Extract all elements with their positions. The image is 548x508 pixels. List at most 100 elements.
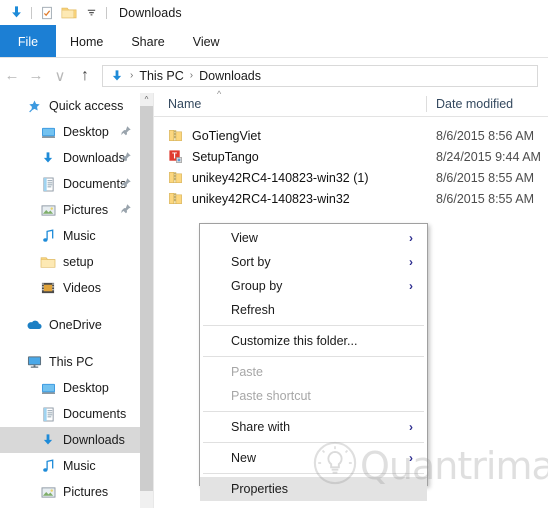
- file-name-cell[interactable]: unikey42RC4-140823-win32 (1): [168, 169, 369, 186]
- this-pc-monitor-icon: [24, 353, 44, 371]
- menu-item-label: Properties: [231, 482, 288, 496]
- sidebar-item-music-qa[interactable]: Music: [0, 223, 140, 249]
- list-top-gap: [154, 117, 548, 125]
- scroll-up-chevron-icon[interactable]: ^: [140, 93, 153, 106]
- menu-separator: [203, 356, 424, 357]
- breadcrumb-separator-1: ›: [189, 70, 194, 81]
- table-row[interactable]: T SetupTango 8/24/2015 9:44 AM: [154, 146, 548, 167]
- menu-item-sort-by[interactable]: Sort by ›: [200, 250, 427, 274]
- sidebar-group-this-pc[interactable]: This PC: [0, 349, 140, 375]
- column-header-date-modified[interactable]: Date modified: [436, 97, 513, 111]
- sort-ascending-icon: ^: [217, 89, 222, 99]
- sidebar-label: Pictures: [63, 485, 109, 499]
- file-name-cell[interactable]: GoTiengViet: [168, 127, 261, 144]
- menu-separator: [203, 442, 424, 443]
- breadcrumb-item-downloads[interactable]: Downloads: [195, 69, 265, 83]
- pin-icon[interactable]: [120, 125, 132, 138]
- documents-icon: [38, 405, 58, 423]
- window-title: Downloads: [119, 5, 182, 20]
- file-date-cell: 8/24/2015 9:44 AM: [436, 149, 541, 164]
- column-divider[interactable]: [426, 96, 427, 112]
- menu-item-share-with[interactable]: Share with ›: [200, 415, 427, 439]
- breadcrumb[interactable]: › This PC › Downloads: [102, 64, 538, 87]
- menu-item-label: View: [231, 231, 258, 245]
- menu-item-new[interactable]: New ›: [200, 446, 427, 470]
- sidebar-item-downloads-pc[interactable]: Downloads: [0, 427, 140, 453]
- menu-item-paste: Paste: [200, 360, 427, 384]
- tango-setup-icon: T: [168, 148, 186, 165]
- tab-share[interactable]: Share: [117, 25, 178, 58]
- column-header-row: ^ Name Date modified: [154, 89, 548, 117]
- tab-file[interactable]: File: [0, 25, 56, 58]
- sidebar-label-onedrive: OneDrive: [49, 318, 102, 332]
- file-name-text: SetupTango: [192, 149, 259, 164]
- sidebar-item-videos-qa[interactable]: Videos: [0, 275, 140, 301]
- zip-archive-icon: [168, 127, 186, 144]
- forward-button[interactable]: →: [24, 63, 48, 89]
- sidebar-label-this-pc: This PC: [49, 355, 94, 369]
- sidebar-item-documents-qa[interactable]: Documents: [0, 171, 140, 197]
- sidebar-item-pictures-qa[interactable]: Pictures: [0, 197, 140, 223]
- breadcrumb-item-this-pc[interactable]: This PC: [135, 69, 187, 83]
- sidebar-scrollbar-thumb[interactable]: [140, 106, 153, 491]
- onedrive-cloud-icon: [24, 316, 44, 334]
- address-bar: ← → ∨ ↑ › This PC › Downloads: [0, 58, 548, 93]
- downloads-arrow-icon[interactable]: [5, 3, 27, 23]
- sidebar-group-onedrive[interactable]: OneDrive: [0, 312, 140, 338]
- sidebar-item-music-pc[interactable]: Music: [0, 453, 140, 479]
- menu-item-customize-this-folder[interactable]: Customize this folder...: [200, 329, 427, 353]
- menu-item-group-by[interactable]: Group by ›: [200, 274, 427, 298]
- properties-icon[interactable]: [36, 3, 58, 23]
- breadcrumb-separator-0: ›: [130, 70, 134, 81]
- sidebar-item-pictures-pc[interactable]: Pictures: [0, 479, 140, 505]
- file-date-cell: 8/6/2015 8:55 AM: [436, 170, 534, 185]
- documents-icon: [38, 175, 58, 193]
- back-button[interactable]: ←: [0, 63, 24, 89]
- tab-home[interactable]: Home: [56, 25, 117, 58]
- menu-item-label: Sort by: [231, 255, 271, 269]
- menu-item-label: Customize this folder...: [231, 334, 358, 348]
- sidebar-label: Downloads: [63, 151, 125, 165]
- sidebar-item-setup-qa[interactable]: setup: [0, 249, 140, 275]
- file-name-cell[interactable]: T SetupTango: [168, 148, 259, 165]
- table-row[interactable]: unikey42RC4-140823-win32 8/6/2015 8:55 A…: [154, 188, 548, 209]
- menu-item-properties[interactable]: Properties: [200, 477, 427, 501]
- sidebar-item-desktop-qa[interactable]: Desktop: [0, 119, 140, 145]
- pin-icon[interactable]: [120, 177, 132, 190]
- menu-item-refresh[interactable]: Refresh: [200, 298, 427, 322]
- sidebar-label: Pictures: [63, 203, 109, 217]
- recent-locations-button[interactable]: ∨: [48, 63, 72, 89]
- star-pin-icon: [24, 97, 44, 115]
- menu-item-paste-shortcut: Paste shortcut: [200, 384, 427, 408]
- title-bar: Downloads: [0, 0, 548, 25]
- menu-item-view[interactable]: View ›: [200, 226, 427, 250]
- table-row[interactable]: unikey42RC4-140823-win32 (1) 8/6/2015 8:…: [154, 167, 548, 188]
- customize-qat-chevron-icon[interactable]: [80, 3, 102, 23]
- sidebar-label: Documents: [63, 407, 127, 421]
- pictures-icon: [38, 201, 58, 219]
- sidebar-label: Music: [63, 459, 96, 473]
- table-row[interactable]: GoTiengViet 8/6/2015 8:56 AM: [154, 125, 548, 146]
- sidebar-item-documents-pc[interactable]: Documents: [0, 401, 140, 427]
- menu-separator: [203, 411, 424, 412]
- pin-icon[interactable]: [120, 203, 132, 216]
- sidebar-group-quick-access[interactable]: Quick access: [0, 93, 140, 119]
- sidebar-label: Videos: [63, 281, 101, 295]
- sidebar-item-desktop-pc[interactable]: Desktop: [0, 375, 140, 401]
- file-name-text: GoTiengViet: [192, 128, 261, 143]
- submenu-arrow-icon: ›: [409, 420, 413, 434]
- up-button[interactable]: ↑: [72, 63, 98, 89]
- new-folder-icon[interactable]: [58, 3, 80, 23]
- file-name-cell[interactable]: unikey42RC4-140823-win32: [168, 190, 350, 207]
- sidebar-label: Desktop: [63, 125, 109, 139]
- desktop-icon: [38, 123, 58, 141]
- qat-divider-2: [106, 6, 107, 19]
- menu-item-label: Share with: [231, 420, 291, 434]
- tab-view[interactable]: View: [179, 25, 234, 58]
- quick-access-toolbar: [0, 3, 111, 23]
- column-header-name[interactable]: Name: [168, 97, 201, 111]
- pin-icon[interactable]: [120, 151, 132, 164]
- sidebar-item-downloads-qa[interactable]: Downloads: [0, 145, 140, 171]
- breadcrumb-downloads-icon: [106, 66, 128, 86]
